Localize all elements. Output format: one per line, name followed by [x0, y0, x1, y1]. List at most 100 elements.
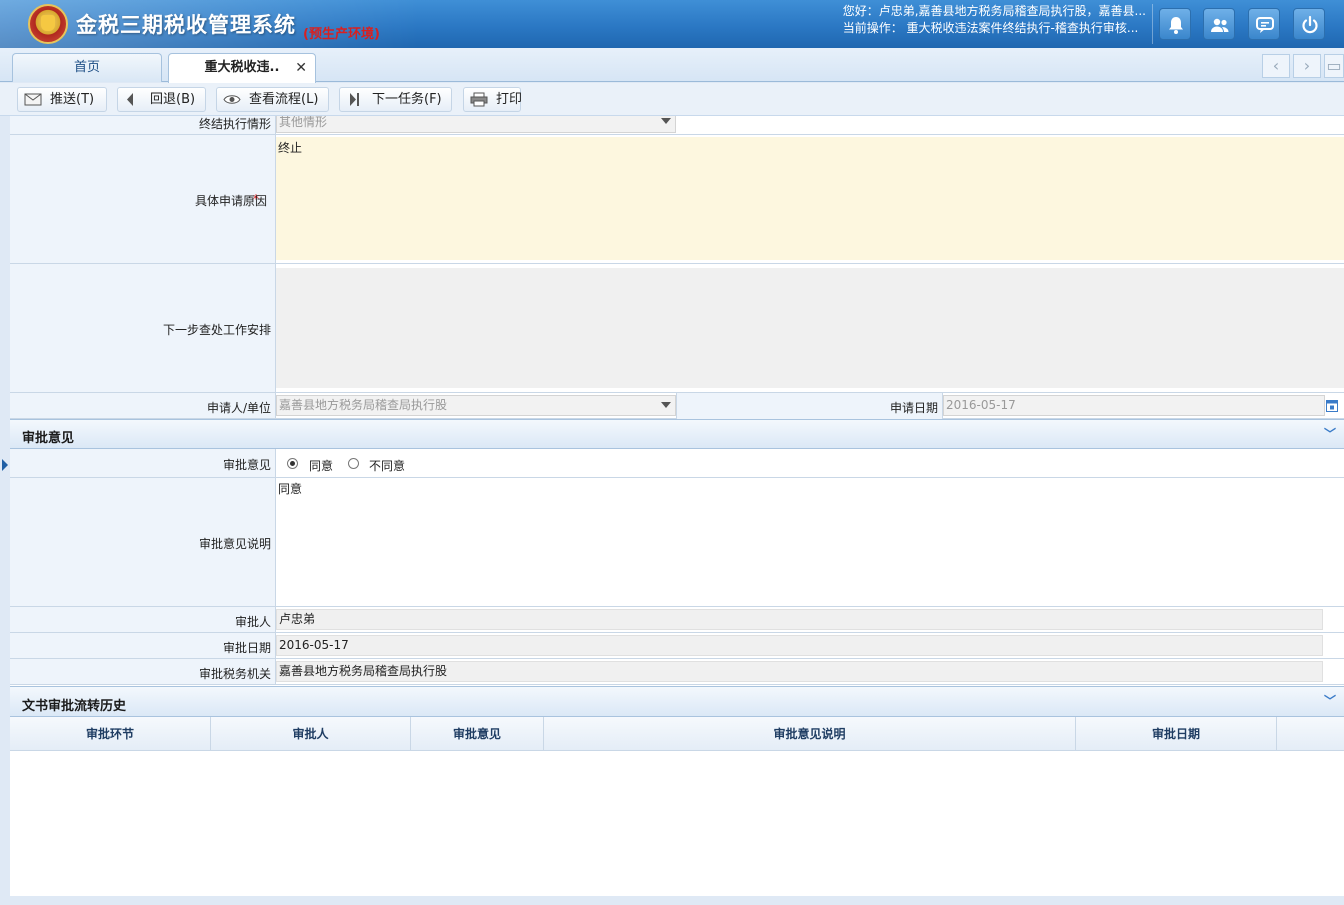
tax-office-row: 审批税务机关 嘉善县地方税务局稽查局执行股	[10, 659, 1344, 685]
reason-value: 终止	[278, 141, 303, 155]
envelope-icon	[24, 93, 42, 106]
tax-office-value: 嘉善县地方税务局稽查局执行股	[279, 664, 448, 678]
next-step-row: 下一步查处工作安排	[10, 264, 1344, 393]
chevron-left-icon: ‹	[1272, 56, 1280, 75]
push-button[interactable]: 推送(T)	[17, 87, 107, 112]
col-header-approver[interactable]: 审批人	[211, 717, 411, 751]
tax-emblem-logo	[28, 4, 68, 44]
logout-button[interactable]	[1293, 8, 1325, 40]
app-header: 金税三期税收管理系统 (预生产环境) 您好：卢忠弟,嘉善县地方税务局稽查局执行股…	[0, 0, 1344, 48]
apply-date-value: 2016-05-17	[946, 398, 1016, 412]
opinion-desc-textarea[interactable]: 同意	[276, 478, 1344, 606]
apply-date-label: 申请日期	[889, 401, 938, 415]
opinion-label: 审批意见	[222, 458, 271, 472]
end-exec-label: 终结执行情形	[198, 117, 271, 131]
next-step-textarea[interactable]	[276, 268, 1344, 388]
applicant-row: 申请人/单位 嘉善县地方税务局稽查局执行股 申请日期 2016-05-17	[10, 393, 1344, 419]
chevron-down-icon[interactable]: ﹀	[1324, 425, 1336, 442]
tab-scroll-left-button[interactable]: ‹	[1262, 54, 1290, 78]
contacts-button[interactable]	[1203, 8, 1235, 40]
left-collapse-strip[interactable]	[0, 116, 10, 896]
bell-icon	[1169, 17, 1183, 34]
opinion-desc-label: 审批意见说明	[198, 537, 271, 551]
tab-case-review[interactable]: 重大税收违.. ✕	[168, 53, 316, 83]
col-header-date[interactable]: 审批日期	[1076, 717, 1277, 751]
form-content: 终结执行情形 其他情形 * 具体申请原因 终止 下一步查处工作安排 申请人/单位 …	[10, 116, 1344, 896]
approval-section-header[interactable]: 审批意见 ﹀	[10, 419, 1344, 449]
col-header-opinion-desc[interactable]: 审批意见说明	[544, 717, 1076, 751]
view-flow-button[interactable]: 查看流程(L)	[216, 87, 329, 112]
opinion-desc-label-cell: 审批意见说明	[10, 478, 276, 606]
disagree-radio[interactable]	[348, 458, 359, 469]
print-button[interactable]: 打印	[463, 87, 523, 112]
reason-label: 具体申请原因	[194, 194, 267, 208]
expand-arrow-icon[interactable]	[2, 459, 8, 471]
approver-row: 审批人 卢忠弟	[10, 607, 1344, 633]
print-label: 打印	[496, 92, 523, 107]
history-grid-header: 审批环节 审批人 审批意见 审批意见说明 审批日期	[10, 717, 1344, 751]
environment-tag: (预生产环境)	[303, 27, 380, 42]
messages-button[interactable]	[1248, 8, 1280, 40]
history-section-header[interactable]: 文书审批流转历史 ﹀	[10, 686, 1344, 717]
approver-value: 卢忠弟	[279, 612, 316, 626]
col-header-step[interactable]: 审批环节	[10, 717, 211, 751]
next-step-label: 下一步查处工作安排	[162, 323, 271, 337]
user-greeting: 您好：卢忠弟,嘉善县地方税务局稽查局执行股，嘉善县...	[842, 4, 1146, 18]
apply-date-input[interactable]: 2016-05-17	[943, 395, 1325, 416]
approver-input[interactable]: 卢忠弟	[276, 609, 1323, 630]
approver-label: 审批人	[234, 615, 271, 629]
opinion-row: 审批意见 同意 不同意	[10, 449, 1344, 478]
chevron-right-icon: ›	[1303, 56, 1311, 75]
tab-bar: 首页 重大税收违.. ✕	[0, 48, 1344, 83]
tab-scroll-right-button[interactable]: ›	[1293, 54, 1321, 78]
view-flow-label: 查看流程(L)	[249, 92, 319, 107]
opinion-label-cell: 审批意见	[10, 449, 276, 477]
reason-textarea[interactable]: 终止	[276, 137, 1344, 260]
history-grid-body	[10, 751, 1344, 896]
approve-date-label: 审批日期	[222, 641, 271, 655]
chevron-down-icon	[661, 402, 671, 408]
tax-office-input[interactable]: 嘉善县地方税务局稽查局执行股	[276, 661, 1323, 682]
agree-label[interactable]: 同意	[309, 457, 333, 474]
chevron-down-icon[interactable]: ﹀	[1324, 692, 1336, 709]
next-step-label-cell: 下一步查处工作安排	[10, 264, 276, 392]
approve-date-label-cell: 审批日期	[10, 633, 276, 658]
end-exec-row: 终结执行情形 其他情形	[10, 116, 1344, 135]
action-toolbar: 推送(T) 回退(B) 查看流程(L) 下一任务(F) 打印	[0, 83, 1344, 116]
calendar-icon[interactable]	[1326, 399, 1338, 412]
close-icon[interactable]: ✕	[295, 54, 307, 82]
approve-date-row: 审批日期 2016-05-17	[10, 633, 1344, 659]
agree-radio[interactable]	[287, 458, 298, 469]
app-title: 金税三期税收管理系统	[76, 13, 296, 37]
end-exec-select[interactable]: 其他情形	[276, 116, 676, 133]
approve-date-value: 2016-05-17	[279, 638, 349, 652]
apply-date-label-cell: 申请日期	[676, 393, 943, 419]
reason-row: * 具体申请原因 终止	[10, 135, 1344, 264]
user-info: 您好：卢忠弟,嘉善县地方税务局稽查局执行股，嘉善县... 当前操作： 重大税收违…	[843, 3, 1146, 37]
back-arrow-icon	[127, 93, 133, 106]
header-divider	[1152, 4, 1153, 44]
next-task-label: 下一任务(F)	[372, 92, 442, 107]
skip-next-icon	[350, 93, 359, 106]
return-label: 回退(B)	[150, 92, 196, 107]
applicant-label: 申请人/单位	[206, 401, 271, 415]
current-operation: 当前操作： 重大税收违法案件终结执行-稽查执行审核...	[842, 21, 1139, 35]
approver-label-cell: 审批人	[10, 607, 276, 632]
eye-icon	[223, 95, 241, 104]
col-header-opinion[interactable]: 审批意见	[411, 717, 544, 751]
notification-button[interactable]	[1159, 8, 1191, 40]
return-button[interactable]: 回退(B)	[117, 87, 206, 112]
applicant-value: 嘉善县地方税务局稽查局执行股	[279, 398, 448, 412]
tab-home[interactable]: 首页	[12, 53, 162, 82]
users-icon	[1211, 18, 1229, 32]
approve-date-input[interactable]: 2016-05-17	[276, 635, 1323, 656]
next-task-button[interactable]: 下一任务(F)	[339, 87, 452, 112]
opinion-desc-row: 审批意见说明 同意	[10, 478, 1344, 607]
approval-section-title: 审批意见	[22, 431, 75, 446]
tab-case-review-label: 重大税收违..	[204, 60, 280, 75]
disagree-label[interactable]: 不同意	[369, 457, 405, 474]
opinion-desc-value: 同意	[278, 482, 303, 496]
end-exec-label-cell: 终结执行情形	[10, 116, 276, 134]
applicant-select[interactable]: 嘉善县地方税务局稽查局执行股	[276, 395, 676, 416]
tab-menu-button[interactable]: ▭	[1324, 54, 1344, 78]
